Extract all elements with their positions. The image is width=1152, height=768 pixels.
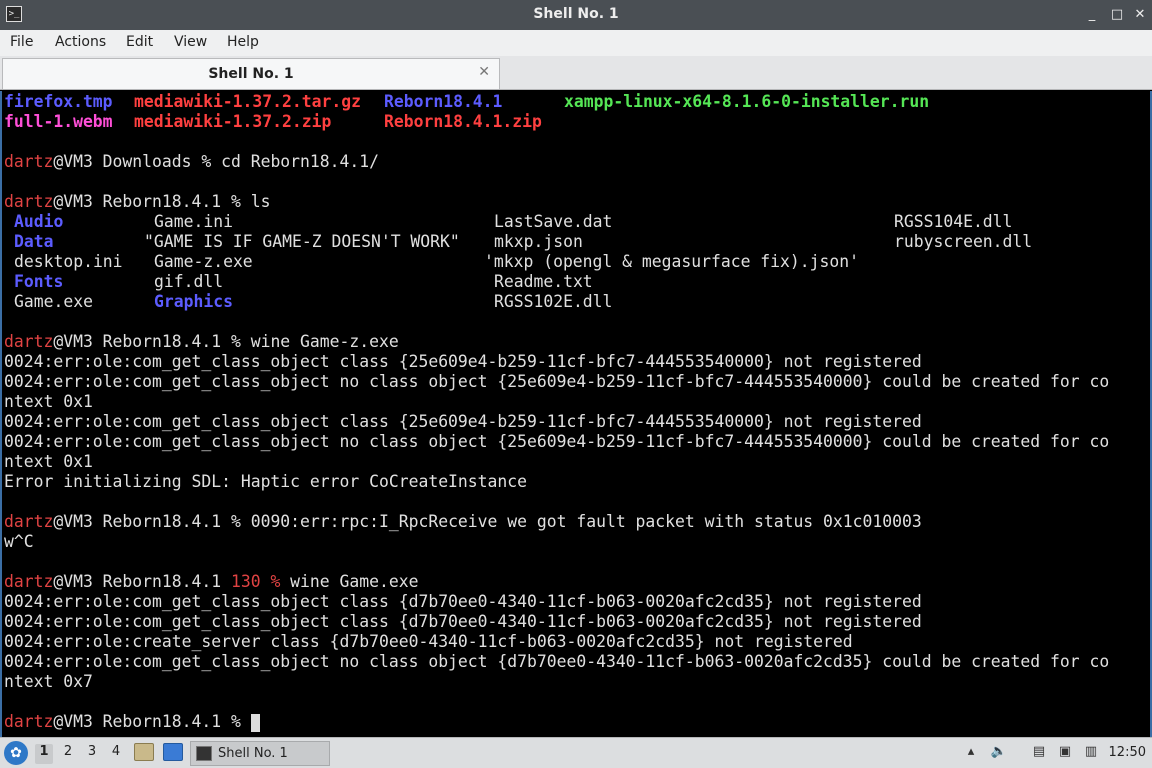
prompt-text: @VM3 Downloads % cd Reborn18.4.1/ xyxy=(53,152,379,171)
workspace-1[interactable]: 1 xyxy=(35,744,53,764)
menu-bar: File Actions Edit View Help xyxy=(0,30,1152,56)
workspace-2[interactable]: 2 xyxy=(59,744,77,764)
file-entry: Game-z.exe xyxy=(154,252,253,271)
workspace-3[interactable]: 3 xyxy=(83,744,101,764)
file-entry: Audio xyxy=(14,212,64,231)
file-entry: 'mkxp (opengl & megasurface fix).json' xyxy=(484,252,859,271)
window-title: Shell No. 1 xyxy=(533,6,619,22)
prompt-text: @VM3 Reborn18.4.1 xyxy=(53,572,231,591)
prompt-text: @VM3 Reborn18.4.1 % 0090:err:rpc:I_RpcRe… xyxy=(53,512,922,531)
show-desktop-icon[interactable] xyxy=(163,743,183,761)
maximize-icon[interactable]: □ xyxy=(1107,5,1127,25)
prompt-text: @VM3 Reborn18.4.1 % xyxy=(53,712,251,731)
file-entry: mkxp.json xyxy=(494,232,583,251)
notifications-icon[interactable]: ▥ xyxy=(1082,744,1100,762)
prompt-user: dartz xyxy=(4,512,54,531)
tray-up-arrow-icon[interactable]: ▴ xyxy=(962,744,980,762)
terminal-icon xyxy=(196,746,212,761)
terminal-line: 0024:err:ole:com_get_class_object no cla… xyxy=(4,652,1110,671)
file-entry: desktop.ini xyxy=(14,252,123,271)
prompt-user: dartz xyxy=(4,152,54,171)
file-entry: RGSS102E.dll xyxy=(494,292,613,311)
prompt-user: dartz xyxy=(4,572,54,591)
terminal-line: Data "GAME IS IF GAME-Z DOESN'T WORK" mk… xyxy=(4,232,1144,252)
menu-file[interactable]: File xyxy=(10,34,33,50)
clock[interactable]: 12:50 xyxy=(1109,745,1146,760)
exit-code: 130 % xyxy=(230,572,281,591)
prompt-text: @VM3 Reborn18.4.1 % ls xyxy=(53,192,271,211)
close-icon[interactable]: ✕ xyxy=(478,64,490,80)
menu-edit[interactable]: Edit xyxy=(126,34,153,50)
terminal-line: desktop.ini Game-z.exe 'mkxp (opengl & m… xyxy=(4,252,1144,272)
file-entry: rubyscreen.dll xyxy=(894,232,1033,251)
terminal-line: 0024:err:ole:com_get_class_object no cla… xyxy=(4,372,1110,391)
taskbar-task-shell[interactable]: Shell No. 1 xyxy=(190,741,330,766)
terminal-line: ntext 0x1 xyxy=(4,452,93,471)
file-entry: RGSS104E.dll xyxy=(894,212,1013,231)
terminal-line: Audio Game.ini LastSave.dat RGSS104E.dll xyxy=(4,212,1144,232)
terminal-line: Fonts gif.dll Readme.txt xyxy=(4,272,1144,292)
title-bar: >_ Shell No. 1 _ □ ✕ xyxy=(0,0,1152,30)
file-entry: firefox.tmp xyxy=(4,92,113,111)
file-entry: Graphics xyxy=(154,292,233,311)
terminal-line: full-1.webm mediawiki-1.37.2.zip Reborn1… xyxy=(4,112,1144,132)
lxqt-menu-icon[interactable]: ✿ xyxy=(4,741,28,765)
terminal-line: dartz@VM3 Reborn18.4.1 % ls xyxy=(4,192,270,212)
tab-shell-1[interactable]: Shell No. 1 ✕ xyxy=(2,58,500,89)
network-icon[interactable]: ▣ xyxy=(1056,744,1074,762)
taskbar: ✿ 1 2 3 4 Shell No. 1 ▴ 🔈 ▤ ▣ ▥ 12:50 xyxy=(0,737,1152,768)
workspace-4[interactable]: 4 xyxy=(107,744,125,764)
file-entry: mediawiki-1.37.2.tar.gz xyxy=(134,92,361,111)
file-entry: mediawiki-1.37.2.zip xyxy=(134,112,332,131)
terminal-line: 0024:err:ole:com_get_class_object class … xyxy=(4,592,922,611)
terminal-line: dartz@VM3 Reborn18.4.1 % 0090:err:rpc:I_… xyxy=(4,512,922,532)
menu-actions[interactable]: Actions xyxy=(55,34,106,50)
file-entry: xampp-linux-x64-8.1.6-0-installer.run xyxy=(564,92,930,111)
menu-view[interactable]: View xyxy=(174,34,207,50)
task-label: Shell No. 1 xyxy=(218,746,288,761)
clipboard-icon[interactable]: ▤ xyxy=(1030,744,1048,762)
file-entry: LastSave.dat xyxy=(494,212,613,231)
terminal-line: Error initializing SDL: Haptic error CoC… xyxy=(4,472,528,491)
terminal-line: 0024:err:ole:com_get_class_object class … xyxy=(4,352,922,371)
file-entry: "GAME IS IF GAME-Z DOESN'T WORK" xyxy=(144,232,460,251)
file-entry: Reborn18.4.1.zip xyxy=(384,112,542,131)
terminal-line: w^C xyxy=(4,532,34,551)
terminal-line: 0024:err:ole:com_get_class_object class … xyxy=(4,412,922,431)
text-cursor xyxy=(250,713,260,732)
terminal-line: ntext 0x1 xyxy=(4,392,93,411)
prompt-command: wine Game.exe xyxy=(280,572,419,591)
terminal-line: dartz@VM3 Reborn18.4.1 % xyxy=(4,712,260,732)
prompt-user: dartz xyxy=(4,332,54,351)
tab-label: Shell No. 1 xyxy=(208,66,294,82)
file-entry: Readme.txt xyxy=(494,272,593,291)
terminal-line: dartz@VM3 Downloads % cd Reborn18.4.1/ xyxy=(4,152,379,172)
terminal-line: 0024:err:ole:com_get_class_object no cla… xyxy=(4,432,1110,451)
volume-icon[interactable]: 🔈 xyxy=(990,744,1008,762)
terminal-line: 0024:err:ole:com_get_class_object class … xyxy=(4,612,922,631)
file-entry: Game.ini xyxy=(154,212,233,231)
file-entry: gif.dll xyxy=(154,272,224,291)
terminal-line: Game.exe Graphics RGSS102E.dll xyxy=(4,292,1144,312)
file-entry: Data xyxy=(14,232,54,251)
tab-strip: Shell No. 1 ✕ xyxy=(0,56,1152,90)
file-entry: Fonts xyxy=(14,272,64,291)
terminal-line: ntext 0x7 xyxy=(4,672,93,691)
prompt-text: @VM3 Reborn18.4.1 % wine Game-z.exe xyxy=(53,332,399,351)
file-entry: full-1.webm xyxy=(4,112,113,131)
terminal-line: firefox.tmp mediawiki-1.37.2.tar.gz Rebo… xyxy=(4,92,1144,112)
menu-help[interactable]: Help xyxy=(227,34,259,50)
file-manager-icon[interactable] xyxy=(134,743,154,761)
terminal-line: 0024:err:ole:create_server class {d7b70e… xyxy=(4,632,853,651)
terminal-output[interactable]: firefox.tmp mediawiki-1.37.2.tar.gz Rebo… xyxy=(0,91,1152,737)
prompt-user: dartz xyxy=(4,192,54,211)
terminal-line: dartz@VM3 Reborn18.4.1 % wine Game-z.exe xyxy=(4,332,399,352)
prompt-user: dartz xyxy=(4,712,54,731)
minimize-icon[interactable]: _ xyxy=(1082,5,1102,25)
file-entry: Game.exe xyxy=(14,292,93,311)
close-icon[interactable]: ✕ xyxy=(1130,5,1150,25)
terminal-line: dartz@VM3 Reborn18.4.1 130 % wine Game.e… xyxy=(4,572,418,592)
file-entry: Reborn18.4.1 xyxy=(384,92,503,111)
